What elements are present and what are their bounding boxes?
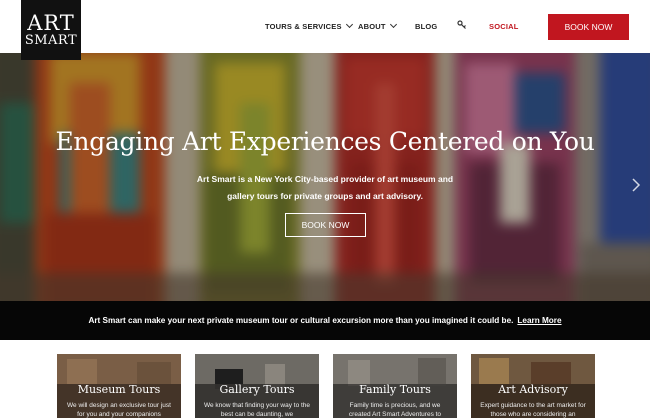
nav-about[interactable]: ABOUT	[358, 19, 397, 33]
book-now-button[interactable]: BOOK NOW	[548, 14, 629, 40]
hero-title: Engaging Art Experiences Centered on You	[55, 127, 595, 156]
hero-description: Art Smart is a New York City-based provi…	[196, 174, 454, 201]
logo-line-1: ART	[27, 10, 75, 35]
learn-more-link[interactable]: Learn More	[517, 316, 561, 325]
card-family-tours[interactable]: Family Tours Family time is precious, an…	[333, 354, 457, 418]
nav-social[interactable]: SOCIAL	[489, 19, 519, 33]
logo-line-2: SMART	[24, 32, 78, 48]
card-museum-tours[interactable]: Museum Tours We will design an exclusive…	[57, 354, 181, 418]
card-gallery-tours[interactable]: Gallery Tours We know that finding your …	[195, 354, 319, 418]
card-title: Museum Tours	[77, 383, 161, 396]
site-header: ART SMART TOURS & SERVICES ABOUT BLOG SO…	[0, 0, 650, 60]
services-cards: Museum Tours We will design an exclusive…	[0, 340, 650, 418]
nav-blog[interactable]: BLOG	[415, 19, 437, 33]
chevron-down-icon	[389, 20, 397, 29]
card-text: Expert guidance to the art market for th…	[480, 402, 586, 418]
card-title: Family Tours	[359, 383, 431, 396]
banner-text: Art Smart can make your next private mus…	[88, 316, 514, 325]
card-text: We know that finding your way to the bes…	[203, 402, 311, 418]
card-title: Art Advisory	[498, 383, 568, 396]
nav-tours-services[interactable]: TOURS & SERVICES	[265, 19, 353, 33]
nav-social-label: SOCIAL	[489, 21, 519, 31]
key-icon[interactable]	[457, 20, 467, 30]
chevron-right-icon[interactable]	[630, 177, 642, 193]
card-art-advisory[interactable]: Art Advisory Expert guidance to the art …	[471, 354, 595, 418]
nav-tours-label: TOURS & SERVICES	[265, 21, 342, 31]
hero-section: Engaging Art Experiences Centered on You…	[0, 53, 650, 301]
card-text: We will design an exclusive tour just fo…	[67, 402, 171, 418]
chevron-down-icon	[345, 20, 353, 29]
art-smart-logo[interactable]: ART SMART	[21, 0, 81, 60]
card-title: Gallery Tours	[219, 383, 295, 396]
hero-book-now-button[interactable]: BOOK NOW	[285, 213, 366, 237]
promo-banner: Art Smart can make your next private mus…	[0, 301, 650, 340]
nav-blog-label: BLOG	[415, 21, 438, 31]
nav-about-label: ABOUT	[358, 21, 386, 31]
card-text: Family time is precious, and we created …	[348, 402, 442, 418]
